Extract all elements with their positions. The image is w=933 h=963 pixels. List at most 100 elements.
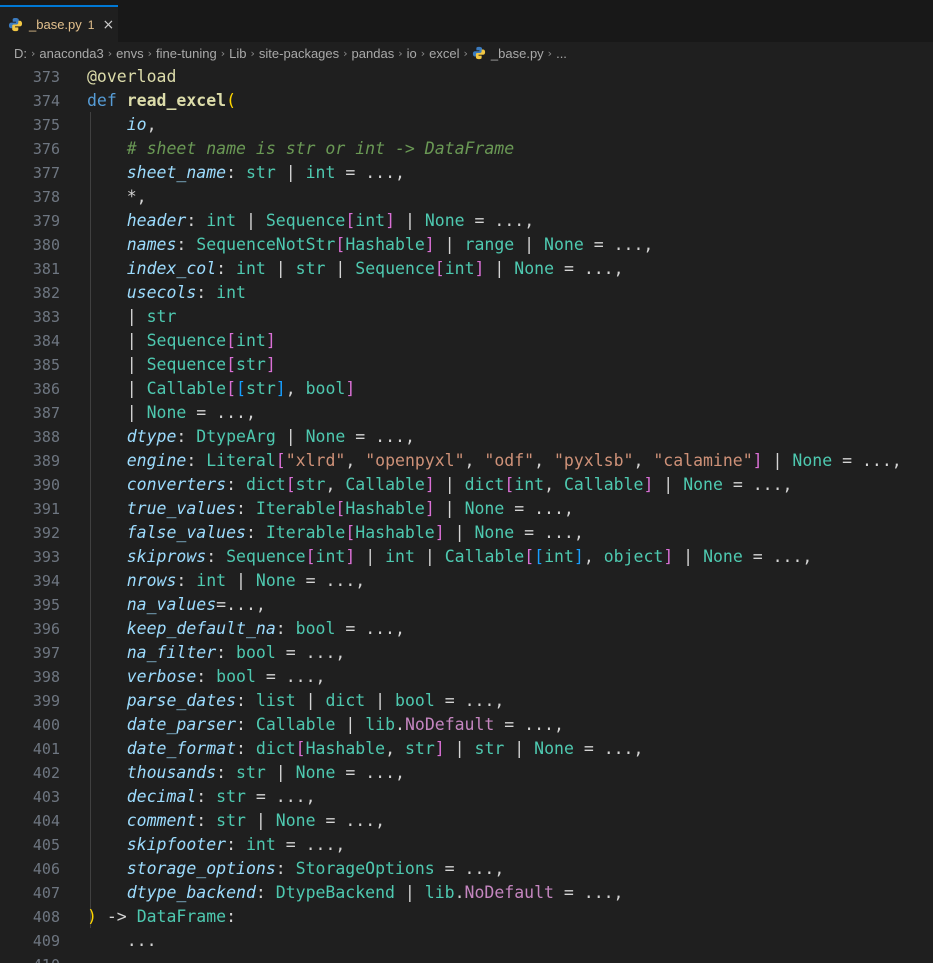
code-token: None — [534, 739, 574, 758]
code-editor[interactable]: 373 @overload 374 def read_excel(375 io, 376… — [0, 64, 933, 963]
code-token: Iterable — [255, 499, 336, 518]
code-token: NoDefault — [464, 883, 554, 902]
code-token: Hashable — [345, 499, 425, 518]
code-token: ) — [87, 907, 97, 926]
code-text: | str — [87, 305, 177, 329]
code-token: : — [196, 787, 217, 806]
code-token: [ — [275, 451, 286, 470]
code-token: Callable — [345, 475, 425, 494]
code-token: | — [484, 259, 515, 278]
code-token: : — [226, 475, 246, 494]
code-token: -> — [96, 907, 137, 926]
code-token: str — [216, 811, 246, 830]
code-text: decimal: str = ..., — [87, 785, 316, 809]
code-token: | — [673, 547, 704, 566]
code-token: | — [444, 523, 475, 542]
line-number: 402 — [32, 764, 60, 782]
code-token: None — [275, 811, 316, 830]
code-token: ] — [434, 739, 445, 758]
code-token: int — [196, 571, 227, 590]
code-text: thousands: str | None = ..., — [87, 761, 405, 785]
code-token: na_values — [126, 595, 217, 614]
breadcrumb-item-anaconda3[interactable]: anaconda3 — [39, 46, 103, 61]
breadcrumb-item-io[interactable]: io — [407, 46, 417, 61]
code-token: "pyxlsb" — [553, 451, 634, 470]
code-token: str — [295, 259, 326, 278]
code-token: ] — [345, 547, 356, 566]
code-token: int — [236, 259, 266, 278]
code-token: = ..., — [742, 547, 813, 566]
breadcrumb-more[interactable]: ... — [556, 46, 567, 61]
code-token: | — [504, 739, 535, 758]
breadcrumb-item-file[interactable]: _base.py — [472, 46, 544, 61]
line-number: 408 — [32, 908, 60, 926]
code-token: None — [474, 523, 515, 542]
code-token: | — [335, 715, 366, 734]
code-token: : — [226, 163, 246, 182]
code-token: None — [305, 427, 346, 446]
code-token: bool — [305, 379, 346, 398]
code-token: | — [275, 163, 306, 182]
breadcrumb-item-drive[interactable]: D: — [14, 46, 27, 61]
code-token: None — [255, 571, 296, 590]
code-token: : — [245, 523, 266, 542]
code-token: | — [653, 475, 684, 494]
code-token: [ — [226, 379, 237, 398]
breadcrumb-item-pandas[interactable]: pandas — [352, 46, 395, 61]
code-token: ] — [265, 331, 276, 350]
code-text: engine: Literal["xlrd", "openpyxl", "odf… — [87, 449, 902, 473]
code-token: bool — [216, 667, 256, 686]
close-icon[interactable]: × — [102, 17, 114, 33]
code-token: # sheet name is str or int -> DataFrame — [126, 139, 515, 158]
code-token: | — [355, 547, 386, 566]
code-token: | — [87, 355, 147, 374]
code-token: : — [226, 835, 246, 854]
code-token: Literal — [206, 451, 276, 470]
code-text: | Callable[[str], bool] — [87, 377, 356, 401]
code-text: dtype_backend: DtypeBackend | lib.NoDefa… — [87, 881, 624, 905]
code-token: = ..., — [295, 571, 366, 590]
code-token: verbose — [126, 667, 197, 686]
code-token: : — [176, 235, 197, 254]
code-token: skipfooter — [126, 835, 227, 854]
code-text: # sheet name is str or int -> DataFrame — [87, 137, 514, 161]
code-token: , — [325, 475, 346, 494]
breadcrumb-item-lib[interactable]: Lib — [229, 46, 246, 61]
code-token: Sequence — [265, 211, 346, 230]
breadcrumb-item-excel[interactable]: excel — [429, 46, 459, 61]
code-token: int — [315, 547, 346, 566]
code-token: | — [395, 211, 425, 230]
code-token: | — [762, 451, 793, 470]
tab-base-py[interactable]: _base.py 1 × — [0, 5, 118, 42]
code-token: DtypeArg — [196, 427, 276, 446]
code-token: str — [245, 163, 276, 182]
code-token: DtypeBackend — [275, 883, 395, 902]
code-token: = ..., — [245, 787, 316, 806]
code-token: date_format — [126, 739, 237, 758]
python-file-icon — [472, 46, 486, 60]
code-token: | — [434, 499, 465, 518]
breadcrumb-item-fine-tuning[interactable]: fine-tuning — [156, 46, 217, 61]
code-token: true_values — [126, 499, 237, 518]
code-token: usecols — [126, 283, 197, 302]
code-token: str — [245, 379, 276, 398]
breadcrumb-item-site-packages[interactable]: site-packages — [259, 46, 339, 61]
code-token: = ..., — [434, 691, 505, 710]
code-token: = ..., — [573, 739, 644, 758]
breadcrumb-item-envs[interactable]: envs — [116, 46, 143, 61]
code-token: int — [514, 475, 545, 494]
code-text: @overload — [87, 65, 176, 89]
line-number: 399 — [32, 692, 60, 710]
code-token: = ..., — [275, 835, 346, 854]
code-token: comment — [126, 811, 197, 830]
code-token: None — [146, 403, 187, 422]
code-token: str — [216, 787, 246, 806]
line-number: 373 — [32, 68, 60, 86]
code-text: usecols: int — [87, 281, 246, 305]
